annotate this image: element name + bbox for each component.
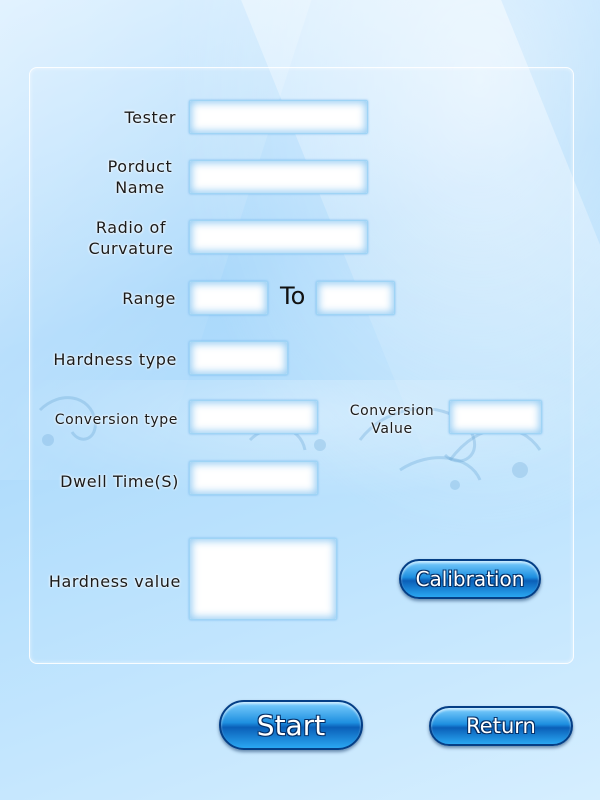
return-button[interactable]: Return [429, 706, 573, 746]
conversion-type-label: Conversion type [54, 412, 178, 428]
start-button[interactable]: Start [219, 700, 363, 750]
product-name-label-line2: Name [115, 178, 165, 197]
conversion-type-input[interactable] [189, 400, 318, 434]
range-to-label: To [280, 282, 306, 310]
tester-label: Tester [124, 108, 176, 127]
radius-of-curvature-label: Radio of Curvature [80, 217, 182, 259]
conversion-value-label-line2: Value [371, 421, 413, 437]
range-from-input[interactable] [189, 281, 268, 315]
product-name-label: Porduct Name [90, 156, 190, 198]
conversion-value-input[interactable] [449, 400, 542, 434]
hardness-type-label: Hardness type [53, 350, 177, 369]
hardness-value-label: Hardness value [48, 572, 181, 591]
conversion-value-label-line1: Conversion [349, 403, 435, 419]
dwell-time-input[interactable] [189, 461, 318, 495]
radius-of-curvature-input[interactable] [189, 220, 368, 254]
radius-label-line2: Curvature [88, 239, 174, 258]
calibration-button[interactable]: Calibration [399, 559, 541, 599]
hardness-type-input[interactable] [189, 341, 288, 375]
dwell-time-label: Dwell Time(S) [60, 472, 179, 491]
conversion-value-label: Conversion Value [340, 402, 444, 438]
range-label: Range [122, 289, 176, 308]
range-to-input[interactable] [316, 281, 395, 315]
product-name-label-line1: Porduct [107, 157, 173, 176]
hardness-value-output[interactable] [189, 538, 337, 620]
tester-input[interactable] [189, 100, 368, 134]
radius-label-line1: Radio of [95, 218, 167, 237]
product-name-input[interactable] [189, 160, 368, 194]
